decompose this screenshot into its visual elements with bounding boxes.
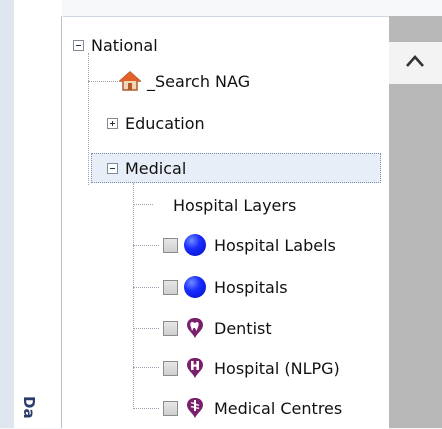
- scroll-up-button[interactable]: [389, 42, 442, 84]
- tree-node-national[interactable]: National: [73, 31, 158, 59]
- layer-tree: National _Search NAG Education Medical H…: [63, 16, 389, 429]
- collapse-toggle-icon[interactable]: [107, 162, 118, 174]
- node-label: _Search NAG: [147, 71, 251, 91]
- home-icon: [119, 70, 141, 91]
- layer-checkbox[interactable]: [163, 320, 178, 336]
- tree-node-education[interactable]: Education: [107, 109, 205, 137]
- node-label: Medical: [125, 158, 187, 178]
- tree-node-search-nag[interactable]: _Search NAG: [119, 67, 250, 95]
- left-edge-strip: [0, 0, 15, 428]
- layer-checkbox[interactable]: [163, 279, 178, 295]
- layer-hospital-nlpg[interactable]: Hospital (NLPG): [163, 354, 340, 382]
- medical-pin-icon: [187, 398, 203, 418]
- side-tab-label: Da: [20, 396, 38, 419]
- layer-label: Hospitals: [214, 277, 288, 297]
- blue-circle-icon: [184, 234, 206, 256]
- node-label: National: [91, 35, 158, 55]
- side-tab-data[interactable]: Da: [20, 390, 42, 428]
- layer-label: Hospital Labels: [214, 235, 336, 255]
- layer-label: Dentist: [214, 318, 272, 338]
- left-panel: [14, 0, 62, 428]
- layer-dentist[interactable]: Dentist: [163, 314, 272, 342]
- node-label: Education: [125, 113, 205, 133]
- layer-checkbox[interactable]: [163, 360, 178, 376]
- tooth-pin-icon: [187, 318, 203, 338]
- h-pin-icon: [187, 358, 203, 378]
- node-label: Hospital Layers: [173, 195, 297, 215]
- layer-label: Hospital (NLPG): [214, 358, 340, 378]
- chevron-up-icon: [406, 55, 424, 67]
- layer-hospital-labels[interactable]: Hospital Labels: [163, 231, 336, 259]
- layer-checkbox[interactable]: [163, 400, 178, 416]
- layer-checkbox[interactable]: [163, 237, 178, 253]
- expand-toggle-icon[interactable]: [107, 117, 118, 129]
- blue-circle-icon: [184, 276, 206, 298]
- tree-node-hospital-layers[interactable]: Hospital Layers: [173, 191, 296, 219]
- layer-label: Medical Centres: [214, 398, 343, 418]
- layer-hospitals[interactable]: Hospitals: [163, 273, 288, 301]
- collapse-toggle-icon[interactable]: [73, 39, 84, 51]
- layer-medical-centres[interactable]: Medical Centres: [163, 394, 342, 422]
- tree-node-medical[interactable]: Medical: [107, 154, 186, 182]
